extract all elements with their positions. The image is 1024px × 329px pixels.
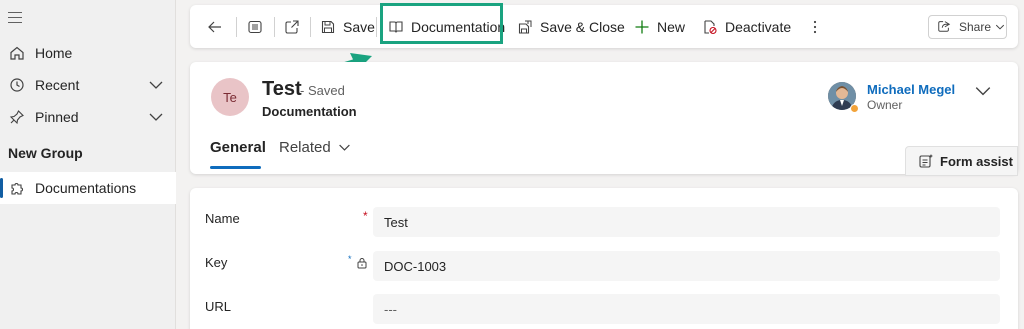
- form-assist-button[interactable]: Form assist: [905, 146, 1018, 176]
- back-button[interactable]: [206, 13, 230, 41]
- hamburger-menu-icon[interactable]: [8, 12, 22, 27]
- divider: [274, 17, 275, 37]
- save-close-button[interactable]: Save & Close: [516, 13, 625, 41]
- new-button-label: New: [657, 19, 686, 35]
- sidebar-item-home[interactable]: Home: [0, 37, 176, 69]
- record-avatar: Te: [211, 78, 249, 116]
- chevron-down-icon[interactable]: [974, 82, 992, 100]
- form-assist-label: Form assist: [940, 153, 1013, 169]
- more-commands-button[interactable]: [806, 13, 830, 41]
- deactivate-button-label: Deactivate: [725, 19, 792, 35]
- chevron-down-icon[interactable]: [148, 109, 164, 125]
- record-set-button[interactable]: [246, 13, 270, 41]
- record-title: Test: [262, 78, 302, 100]
- tab-related[interactable]: Related: [279, 139, 351, 156]
- save-button-label: Save: [343, 19, 375, 35]
- documentation-highlight-box: [380, 3, 503, 44]
- sidebar-item-documentations[interactable]: Documentations: [0, 172, 176, 204]
- save-button[interactable]: Save: [319, 13, 375, 41]
- record-header: Te Test - Saved Documentation Michael Me…: [190, 62, 1018, 176]
- chevron-down-icon: [338, 141, 351, 154]
- puzzle-icon: [8, 179, 26, 197]
- save-status: - Saved: [300, 83, 345, 98]
- field-label-key: Key: [205, 255, 228, 270]
- open-external-icon: [283, 18, 301, 36]
- key-field[interactable]: DOC-1003: [373, 251, 1000, 281]
- nav-group-title: New Group: [8, 145, 83, 161]
- chevron-down-icon: [995, 22, 1005, 32]
- new-button[interactable]: New: [633, 13, 685, 41]
- divider: [376, 17, 377, 37]
- list-icon: [246, 18, 264, 36]
- general-form-section: Name * Test Key * DOC-1003 URL ---: [190, 188, 1018, 329]
- field-label-name: Name: [205, 211, 240, 226]
- lock-icon: [356, 256, 368, 269]
- arrow-left-icon: [206, 18, 224, 36]
- deactivate-button[interactable]: Deactivate: [701, 13, 791, 41]
- url-field[interactable]: ---: [373, 294, 1000, 324]
- pin-icon: [8, 108, 26, 126]
- save-close-button-label: Save & Close: [540, 19, 625, 35]
- owner-name-link[interactable]: Michael Megel: [867, 82, 955, 97]
- presence-status-icon: [850, 104, 859, 113]
- tab-general[interactable]: General: [210, 139, 266, 156]
- command-bar: Save Documentation Save & Close New Deac…: [190, 5, 1018, 48]
- deactivate-icon: [701, 18, 719, 36]
- clock-icon: [8, 76, 26, 94]
- field-label-url: URL: [205, 299, 232, 314]
- share-icon: [937, 19, 953, 35]
- share-button[interactable]: Share: [928, 15, 1007, 39]
- tab-related-label: Related: [279, 139, 331, 156]
- sidebar: Home Recent Pinned New Group Documentati…: [0, 0, 176, 329]
- sidebar-item-pinned[interactable]: Pinned: [0, 101, 176, 133]
- more-vertical-icon: [806, 18, 824, 36]
- home-icon: [8, 44, 26, 62]
- sidebar-item-label: Home: [35, 45, 73, 61]
- required-indicator: *: [363, 209, 368, 223]
- record-entity-name: Documentation: [262, 104, 357, 119]
- open-new-window-button[interactable]: [283, 13, 307, 41]
- chevron-down-icon[interactable]: [148, 77, 164, 93]
- divider: [310, 17, 311, 37]
- divider: [236, 17, 237, 37]
- share-button-label: Share: [959, 20, 992, 34]
- plus-icon: [633, 18, 651, 36]
- sidebar-item-recent[interactable]: Recent: [0, 69, 176, 101]
- recommended-indicator: *: [348, 254, 352, 264]
- sidebar-item-label: Documentations: [35, 180, 137, 196]
- sidebar-item-label: Recent: [35, 77, 80, 93]
- save-icon: [319, 18, 337, 36]
- name-field[interactable]: Test: [373, 207, 1000, 237]
- sidebar-item-label: Pinned: [35, 109, 79, 125]
- save-close-icon: [516, 18, 534, 36]
- owner-role-label: Owner: [867, 98, 903, 112]
- active-tab-indicator: [210, 166, 261, 169]
- form-assist-icon: [918, 153, 934, 169]
